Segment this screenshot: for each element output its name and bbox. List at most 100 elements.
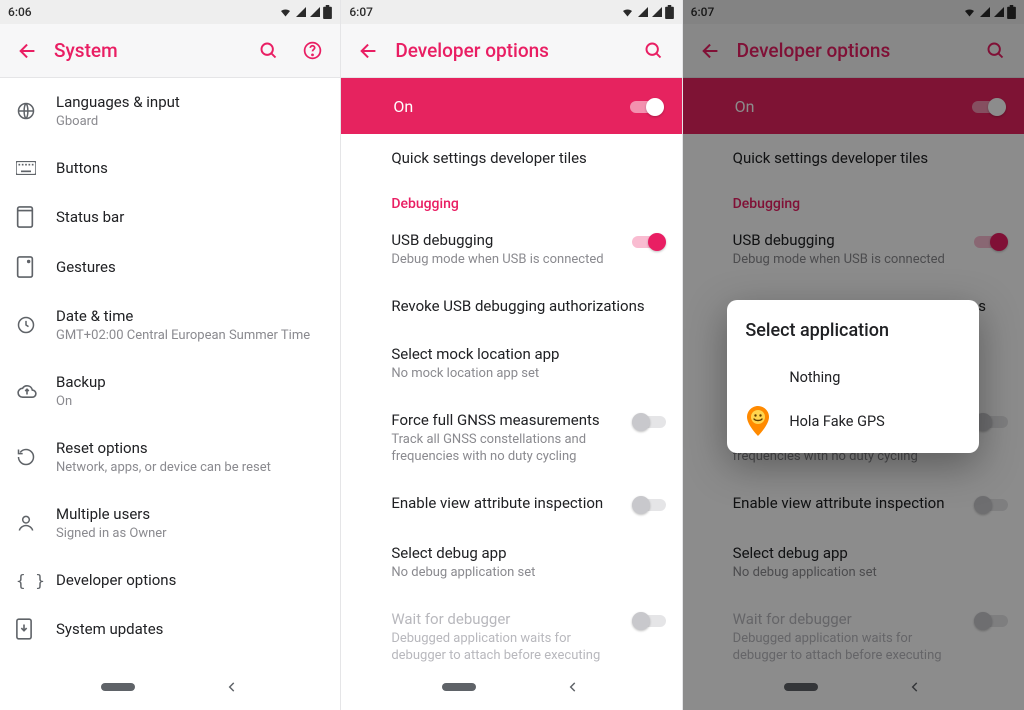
row-sub: GMT+02:00 Central European Summer Time (56, 327, 324, 344)
app-pin-icon (745, 406, 771, 436)
pane-dev-options: 6:07 Developer options On Quick (341, 0, 682, 710)
dialog-item-label: Nothing (789, 369, 840, 386)
status-icons (620, 5, 674, 19)
row-quick-tiles[interactable]: Quick settings developer tiles (341, 134, 681, 182)
row-buttons[interactable]: Buttons (0, 144, 340, 192)
search-icon (258, 40, 279, 61)
search-button[interactable] (246, 29, 290, 73)
nav-back[interactable] (566, 680, 580, 694)
status-time: 6:07 (349, 5, 373, 19)
row-sub: On (56, 393, 324, 410)
row-system-updates[interactable]: System updates (0, 604, 340, 654)
toolbar: Developer options (341, 24, 681, 78)
row-sub: Debug mode when USB is connected (391, 251, 619, 268)
toolbar: System (0, 24, 340, 78)
row-label: Reset options (56, 438, 324, 458)
row-mock-location[interactable]: Select mock location appNo mock location… (341, 330, 681, 396)
row-label: Backup (56, 372, 324, 392)
status-bar: 6:06 (0, 0, 340, 24)
switch-toggle[interactable] (632, 232, 666, 252)
row-sub: No mock location app set (391, 365, 653, 382)
row-label: Quick settings developer tiles (391, 148, 653, 168)
gesture-icon (16, 256, 34, 278)
back-button[interactable] (6, 29, 50, 73)
row-gnss[interactable]: Force full GNSS measurementsTrack all GN… (341, 396, 681, 479)
row-label: Buttons (56, 158, 324, 178)
rect-icon (16, 206, 34, 228)
signal-icon (637, 6, 649, 18)
row-multiple-users[interactable]: Multiple usersSigned in as Owner (0, 490, 340, 556)
row-label: Revoke USB debugging authorizations (391, 296, 653, 316)
row-backup[interactable]: BackupOn (0, 358, 340, 424)
switch-toggle[interactable] (632, 412, 666, 432)
battery-icon (665, 5, 674, 19)
nav-bar (0, 662, 340, 710)
nav-back[interactable] (225, 680, 239, 694)
battery-icon (323, 5, 332, 19)
row-date-time[interactable]: Date & timeGMT+02:00 Central European Su… (0, 292, 340, 358)
search-icon (643, 40, 664, 61)
row-label: Select debug app (391, 543, 653, 563)
row-languages[interactable]: Languages & inputGboard (0, 78, 340, 144)
row-label: Multiple users (56, 504, 324, 524)
row-developer-options[interactable]: { } Developer options (0, 556, 340, 604)
page-title: Developer options (395, 39, 631, 62)
cloud-icon (16, 383, 38, 399)
switch-toggle (632, 611, 666, 631)
status-time: 6:06 (8, 5, 32, 19)
row-sub: No debug application set (391, 564, 653, 581)
pane-dev-dialog: 6:07 Developer options On Quick (683, 0, 1024, 710)
row-status-bar[interactable]: Status bar (0, 192, 340, 242)
master-switch[interactable]: On (341, 78, 681, 134)
row-gestures[interactable]: Gestures (0, 242, 340, 292)
globe-icon (16, 101, 36, 121)
master-switch-label: On (393, 97, 413, 116)
nav-home-pill[interactable] (442, 683, 476, 691)
row-label: Developer options (56, 570, 324, 590)
row-sub: Debugged application waits for debugger … (391, 630, 619, 662)
row-sub: Network, apps, or device can be reset (56, 459, 324, 476)
row-label: USB debugging (391, 230, 619, 250)
row-revoke-auth[interactable]: Revoke USB debugging authorizations (341, 282, 681, 330)
signal-icon (295, 6, 307, 18)
dialog-item-nothing[interactable]: Nothing (745, 355, 961, 399)
clock-icon (16, 315, 36, 335)
section-debugging: Debugging (341, 182, 681, 216)
row-reset[interactable]: Reset optionsNetwork, apps, or device ca… (0, 424, 340, 490)
row-label: System updates (56, 619, 324, 639)
pane-system: 6:06 System Languages & (0, 0, 341, 710)
search-button[interactable] (632, 29, 676, 73)
help-button[interactable] (290, 29, 334, 73)
user-icon (16, 513, 36, 533)
signal-icon (651, 6, 663, 18)
arrow-back-icon (17, 40, 39, 62)
row-view-attr[interactable]: Enable view attribute inspection (341, 479, 681, 529)
keyboard-icon (16, 161, 36, 175)
nav-bar (341, 662, 681, 710)
dialog-item-hola-fake-gps[interactable]: Hola Fake GPS (745, 399, 961, 443)
row-label: Languages & input (56, 92, 324, 112)
row-label: Wait for debugger (391, 609, 619, 629)
row-label: Select mock location app (391, 344, 653, 364)
switch-toggle[interactable] (632, 495, 666, 515)
row-label: Enable view attribute inspection (391, 493, 619, 513)
switch-toggle[interactable] (630, 97, 664, 117)
page-title: System (54, 39, 246, 62)
nav-home-pill[interactable] (101, 683, 135, 691)
row-label: Force full GNSS measurements (391, 410, 619, 430)
row-label: Status bar (56, 207, 324, 227)
row-sub: Signed in as Owner (56, 525, 324, 542)
row-debug-app[interactable]: Select debug appNo debug application set (341, 529, 681, 595)
back-button[interactable] (347, 29, 391, 73)
row-wait-debugger: Wait for debuggerDebugged application wa… (341, 595, 681, 662)
signal-icon (309, 6, 321, 18)
help-icon (302, 40, 323, 61)
status-bar: 6:07 (341, 0, 681, 24)
row-label: Gestures (56, 257, 324, 277)
dialog-item-label: Hola Fake GPS (789, 413, 884, 430)
wifi-icon (620, 6, 635, 18)
wifi-icon (278, 6, 293, 18)
row-usb-debugging[interactable]: USB debuggingDebug mode when USB is conn… (341, 216, 681, 282)
arrow-back-icon (358, 40, 380, 62)
dialog-title: Select application (745, 320, 961, 341)
